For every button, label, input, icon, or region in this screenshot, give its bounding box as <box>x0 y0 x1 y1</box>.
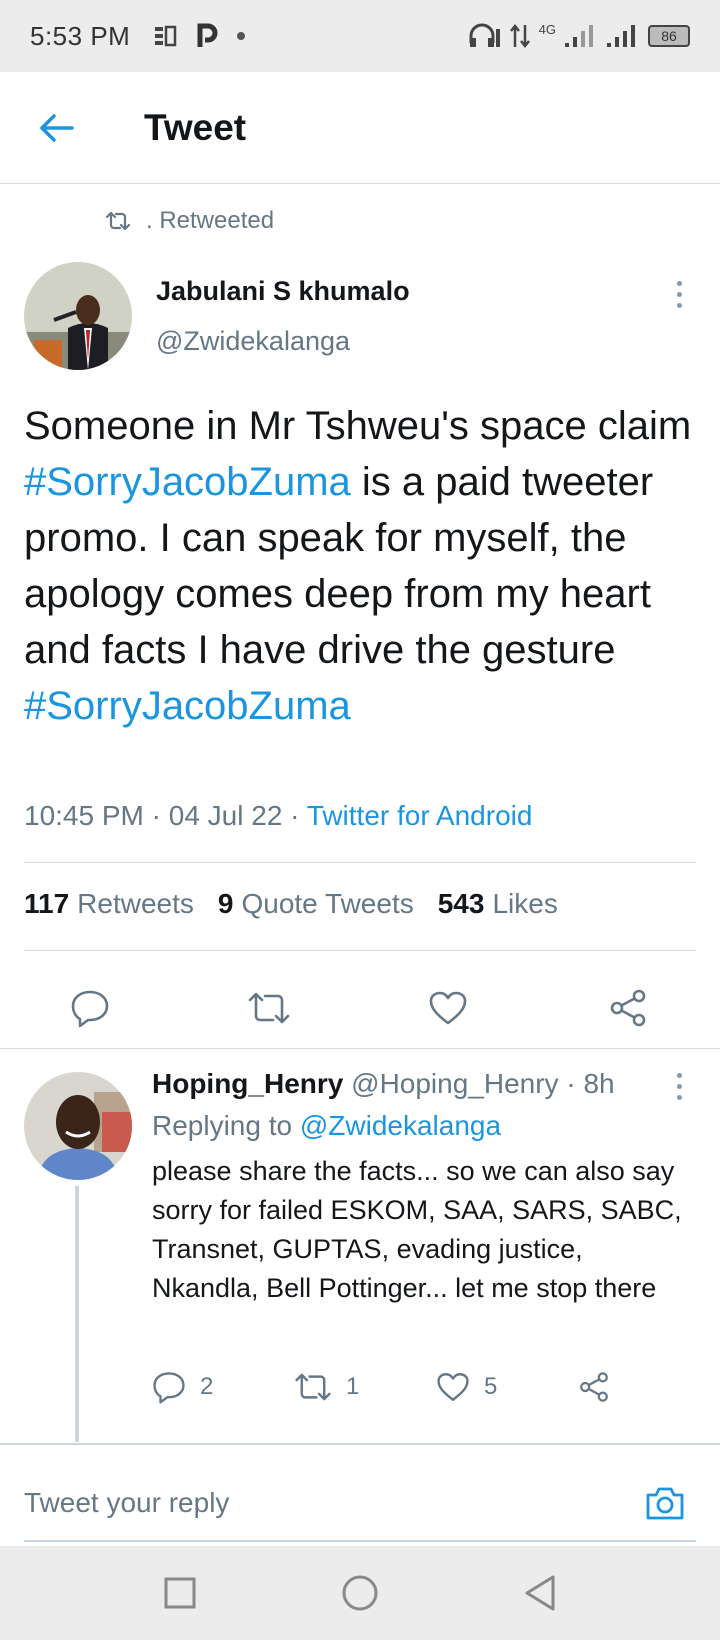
more-dot-icon <box>676 1083 682 1089</box>
signal-icon <box>565 25 593 47</box>
reply-retweet-button[interactable]: 1 <box>294 1362 359 1412</box>
author-name[interactable]: Jabulani S khumalo <box>156 276 410 307</box>
reply-author-handle[interactable]: @Hoping_Henry <box>351 1068 558 1099</box>
author-handle[interactable]: @Zwidekalanga <box>156 326 350 357</box>
reply-text: please share the facts... so we can also… <box>152 1156 682 1303</box>
camera-icon <box>646 1487 684 1520</box>
reply-icon <box>153 1372 185 1404</box>
divider <box>24 862 696 863</box>
notification-icon <box>155 25 177 47</box>
quotes-stat[interactable]: 9 Quote Tweets <box>218 888 414 920</box>
app-bar: Tweet <box>0 72 720 184</box>
retweet-icon <box>248 992 290 1024</box>
reply-avatar[interactable] <box>24 1072 132 1180</box>
reply-more-button[interactable] <box>664 1066 694 1106</box>
more-dot-icon <box>676 1094 682 1100</box>
network-type: 4G <box>538 21 556 37</box>
reply-input[interactable] <box>24 1487 584 1519</box>
reply-author-name[interactable]: Hoping_Henry <box>152 1068 343 1099</box>
retweet-icon <box>295 1373 331 1401</box>
reply-header: Hoping_Henry @Hoping_Henry · 8h <box>152 1068 615 1099</box>
reply-button[interactable] <box>60 968 120 1048</box>
likes-stat[interactable]: 543 Likes <box>438 888 558 920</box>
home-button[interactable] <box>335 1568 385 1618</box>
share-icon <box>580 1372 608 1402</box>
more-dot-icon <box>676 302 682 308</box>
back-button[interactable] <box>0 72 112 184</box>
reply-reply-button[interactable]: 2 <box>152 1362 213 1412</box>
reply-photo <box>24 1072 132 1180</box>
retweet-button[interactable] <box>239 968 299 1048</box>
headphones-icon <box>469 23 500 47</box>
retweets-stat[interactable]: 117 Retweets <box>24 888 194 920</box>
dot-icon <box>237 32 246 40</box>
tweet-source[interactable]: Twitter for Android <box>307 800 533 831</box>
like-icon <box>429 991 467 1025</box>
tweet-time: 10:45 PM <box>24 800 144 831</box>
reply-composer <box>24 1468 696 1538</box>
composer-divider <box>0 1443 720 1445</box>
more-dot-icon <box>676 280 682 286</box>
divider <box>24 950 696 951</box>
tweet-meta: 10:45 PM · 04 Jul 22 · Twitter for Andro… <box>24 800 533 831</box>
author-avatar[interactable] <box>24 262 132 370</box>
share-icon <box>610 989 646 1027</box>
arrow-left-icon <box>40 113 74 142</box>
recents-button[interactable] <box>155 1568 205 1618</box>
retweet-banner-text: . Retweeted <box>146 207 275 234</box>
tweet-stats: 117 Retweets 9 Quote Tweets 543 Likes <box>24 888 558 920</box>
like-icon <box>437 1373 469 1401</box>
home-circle-icon <box>342 1575 378 1611</box>
hashtag-link[interactable]: #SorryJacobZuma <box>24 684 351 728</box>
back-nav-button[interactable] <box>515 1568 565 1618</box>
hashtag-link[interactable]: #SorryJacobZuma <box>24 460 351 504</box>
signal-icon <box>607 25 635 47</box>
page-title: Tweet <box>144 106 247 148</box>
share-button[interactable] <box>598 968 658 1048</box>
reply-mention-link[interactable]: @Zwidekalanga <box>300 1110 501 1141</box>
system-nav-bar <box>0 1546 720 1640</box>
reply-age: 8h <box>583 1068 615 1099</box>
tweet-date: 04 Jul 22 <box>168 800 283 831</box>
retweet-banner[interactable]: . Retweeted <box>104 207 274 235</box>
tweet-actions <box>0 968 720 1048</box>
section-divider <box>0 1048 720 1049</box>
camera-button[interactable] <box>640 1478 690 1528</box>
author-photo <box>24 262 132 370</box>
like-button[interactable] <box>418 968 478 1048</box>
reply-share-button[interactable] <box>578 1362 610 1412</box>
battery-icon: 86 <box>648 25 690 47</box>
recents-square-icon <box>164 1577 196 1609</box>
like-count: 5 <box>484 1373 498 1400</box>
parking-icon <box>197 23 218 47</box>
retweet-count: 1 <box>346 1373 360 1400</box>
reply-actions: 2 1 5 <box>0 1362 720 1412</box>
more-dot-icon <box>676 291 682 297</box>
tweet-text: Someone in Mr Tshweu's space claim #Sorr… <box>24 404 692 728</box>
more-dot-icon <box>676 1072 682 1078</box>
back-triangle-icon <box>525 1575 555 1611</box>
data-arrows-icon <box>509 23 530 49</box>
reply-count: 2 <box>200 1373 214 1400</box>
status-bar: 5:53 PM 4G 86 <box>0 0 720 72</box>
reply-icon <box>71 990 109 1028</box>
status-time: 5:53 PM <box>30 20 131 51</box>
composer-underline <box>24 1540 696 1542</box>
retweet-icon <box>105 211 131 231</box>
tweet-more-button[interactable] <box>664 274 694 314</box>
replying-to: Replying to @Zwidekalanga <box>152 1110 502 1141</box>
reply-like-button[interactable]: 5 <box>436 1362 497 1412</box>
